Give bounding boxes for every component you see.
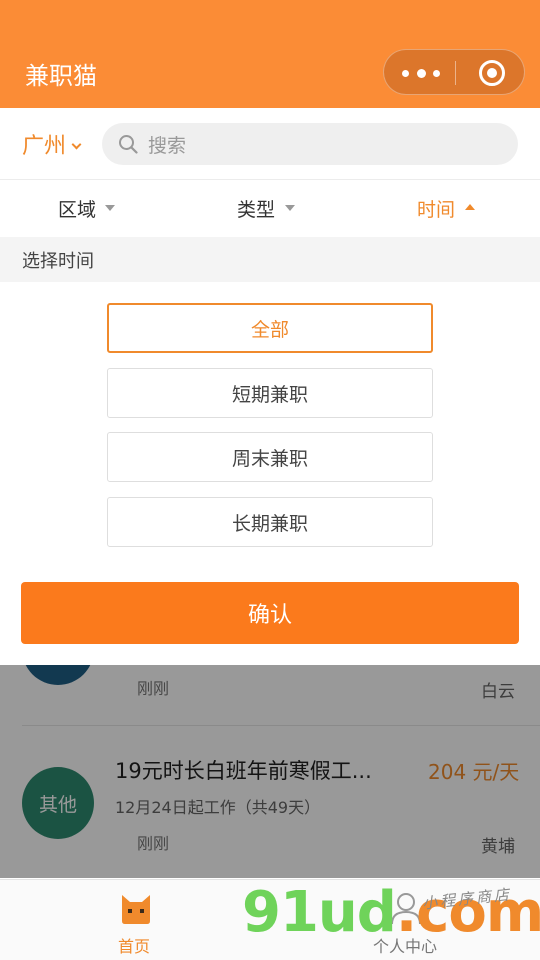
filter-tab-time[interactable]: 时间 [417,195,455,222]
caret-up-icon [465,204,475,210]
more-icon[interactable] [402,50,440,96]
close-icon[interactable] [479,60,505,86]
dropdown-header-label: 选择时间 [22,251,94,272]
chevron-down-icon [71,139,82,150]
search-input[interactable]: 搜索 [102,123,518,165]
search-icon [119,135,138,154]
confirm-button[interactable]: 确认 [21,582,519,644]
mini-program-capsule [383,49,525,95]
dropdown-header: 选择时间 [0,237,540,282]
job-list: 刚刚 白云 其他 19元时长白班年前寒假工... 204 元/天 12月24日起… [0,665,540,878]
modal-overlay[interactable] [0,665,540,878]
navigation-bar: 兼职猫 [0,0,540,108]
option-long-term[interactable]: 长期兼职 [107,497,433,547]
cat-home-icon[interactable] [119,893,153,925]
time-dropdown-panel: 全部 短期兼职 周末兼职 长期兼职 确认 [0,282,540,665]
filter-tab-area[interactable]: 区域 [58,195,96,222]
app-title: 兼职猫 [25,62,97,90]
filter-bar: 区域 类型 时间 [0,180,540,237]
option-short-term[interactable]: 短期兼职 [107,368,433,418]
option-all[interactable]: 全部 [107,303,433,353]
capsule-divider [455,61,456,85]
city-selector[interactable]: 广州 [22,128,66,160]
option-weekend[interactable]: 周末兼职 [107,432,433,482]
filter-tab-type[interactable]: 类型 [237,195,275,222]
caret-down-icon [105,205,115,211]
search-placeholder: 搜索 [148,135,187,157]
caret-down-icon [285,205,295,211]
search-bar: 广州 搜索 [0,108,540,180]
tab-home[interactable]: 首页 [118,933,150,957]
